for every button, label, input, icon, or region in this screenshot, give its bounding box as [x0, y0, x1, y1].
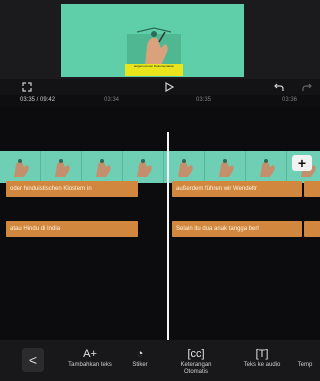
tool-label: Keterangan Otomatis	[180, 362, 212, 375]
video-thumbnail	[164, 151, 205, 183]
tool-label: Temp	[297, 362, 313, 368]
ruler-tick: 03:36	[282, 97, 298, 103]
add-text-button[interactable]: A+ Tambahkan teks	[62, 346, 118, 369]
expand-icon[interactable]	[20, 79, 34, 95]
video-thumbnail	[246, 151, 287, 183]
video-thumbnail	[205, 151, 246, 183]
template-icon	[290, 346, 320, 362]
redo-icon[interactable]	[300, 79, 314, 95]
time-ruler: 03:35 / 09:42 03:34 03:35 03:36	[0, 95, 320, 107]
bottom-toolbar: < A+ Tambahkan teks ◔ Stiker [cc] Ketera…	[0, 340, 320, 381]
template-button[interactable]: Temp	[290, 346, 320, 369]
hand-drawing-image	[127, 27, 181, 66]
text-clip[interactable]	[304, 181, 320, 197]
video-caption: aufgenommen Dokumentation	[125, 64, 183, 76]
video-frame[interactable]: aufgenommen Dokumentation	[61, 4, 244, 77]
ruler-tick: 03:35	[196, 97, 212, 103]
video-thumbnail	[41, 151, 82, 183]
text-clip[interactable]: außerdem führen wir Wendeltr	[172, 181, 302, 197]
text-clip[interactable]: atau Hindu di India	[6, 221, 138, 237]
ruler-tick: 03:34	[104, 97, 120, 103]
play-icon[interactable]	[162, 79, 176, 95]
auto-captions-button[interactable]: [cc] Keterangan Otomatis	[168, 346, 224, 376]
sticker-icon: ◔	[136, 348, 144, 360]
text-to-audio-button[interactable]: [T] Teks ke audio	[234, 346, 290, 369]
text-clip[interactable]	[304, 221, 320, 237]
text-to-audio-icon: [T]	[255, 348, 269, 360]
video-thumbnail	[123, 151, 164, 183]
text-clip[interactable]: oder hinduistischen Klostern in	[6, 181, 138, 197]
playhead[interactable]	[167, 132, 169, 341]
undo-icon[interactable]	[272, 79, 286, 95]
tool-label: Teks ke audio	[243, 362, 281, 368]
add-clip-button[interactable]: +	[292, 155, 312, 171]
text-clip[interactable]: Selain itu dua anak tangga berl	[172, 221, 302, 237]
add-text-icon: A+	[83, 348, 97, 360]
sticker-button[interactable]: ◔ Stiker	[112, 346, 168, 369]
video-thumbnail	[0, 151, 41, 183]
player-controls	[0, 79, 320, 95]
current-time: 03:35 / 09:42	[20, 97, 56, 103]
video-preview: aufgenommen Dokumentation	[0, 0, 320, 79]
back-button[interactable]: <	[22, 348, 44, 372]
video-thumbnail	[82, 151, 123, 183]
tool-label: Stiker	[132, 362, 148, 368]
video-clip-strip[interactable]	[0, 151, 320, 183]
captions-icon: [cc]	[187, 348, 205, 360]
tool-label: Tambahkan teks	[68, 362, 112, 368]
